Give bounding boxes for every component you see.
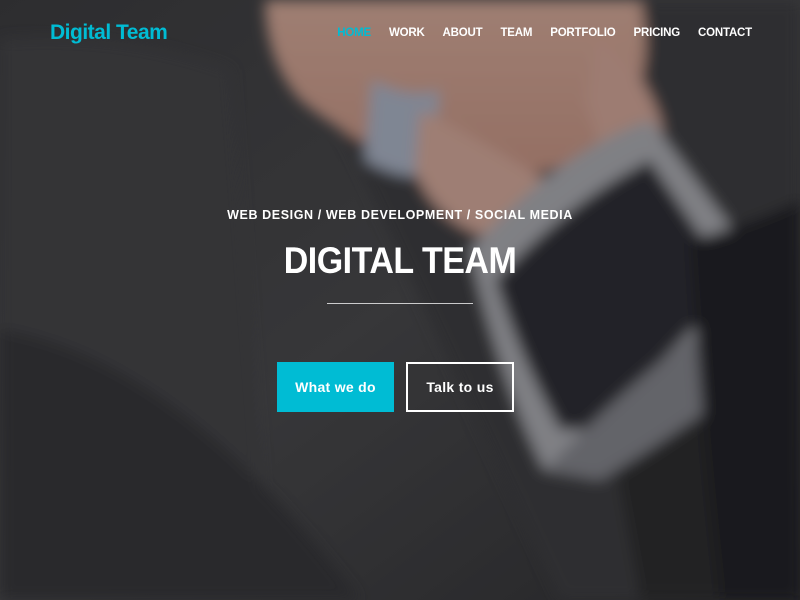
hero-content: WEB DESIGN / WEB DEVELOPMENT / SOCIAL ME… (0, 0, 800, 600)
hero-divider (327, 303, 473, 304)
what-we-do-button[interactable]: What we do (277, 362, 394, 412)
talk-to-us-button[interactable]: Talk to us (406, 362, 514, 412)
hero-title: DIGITAL TEAM (283, 240, 517, 282)
hero-tagline: WEB DESIGN / WEB DEVELOPMENT / SOCIAL ME… (227, 208, 573, 222)
hero-section: Digital Team HOME WORK ABOUT TEAM PORTFO… (0, 0, 800, 600)
